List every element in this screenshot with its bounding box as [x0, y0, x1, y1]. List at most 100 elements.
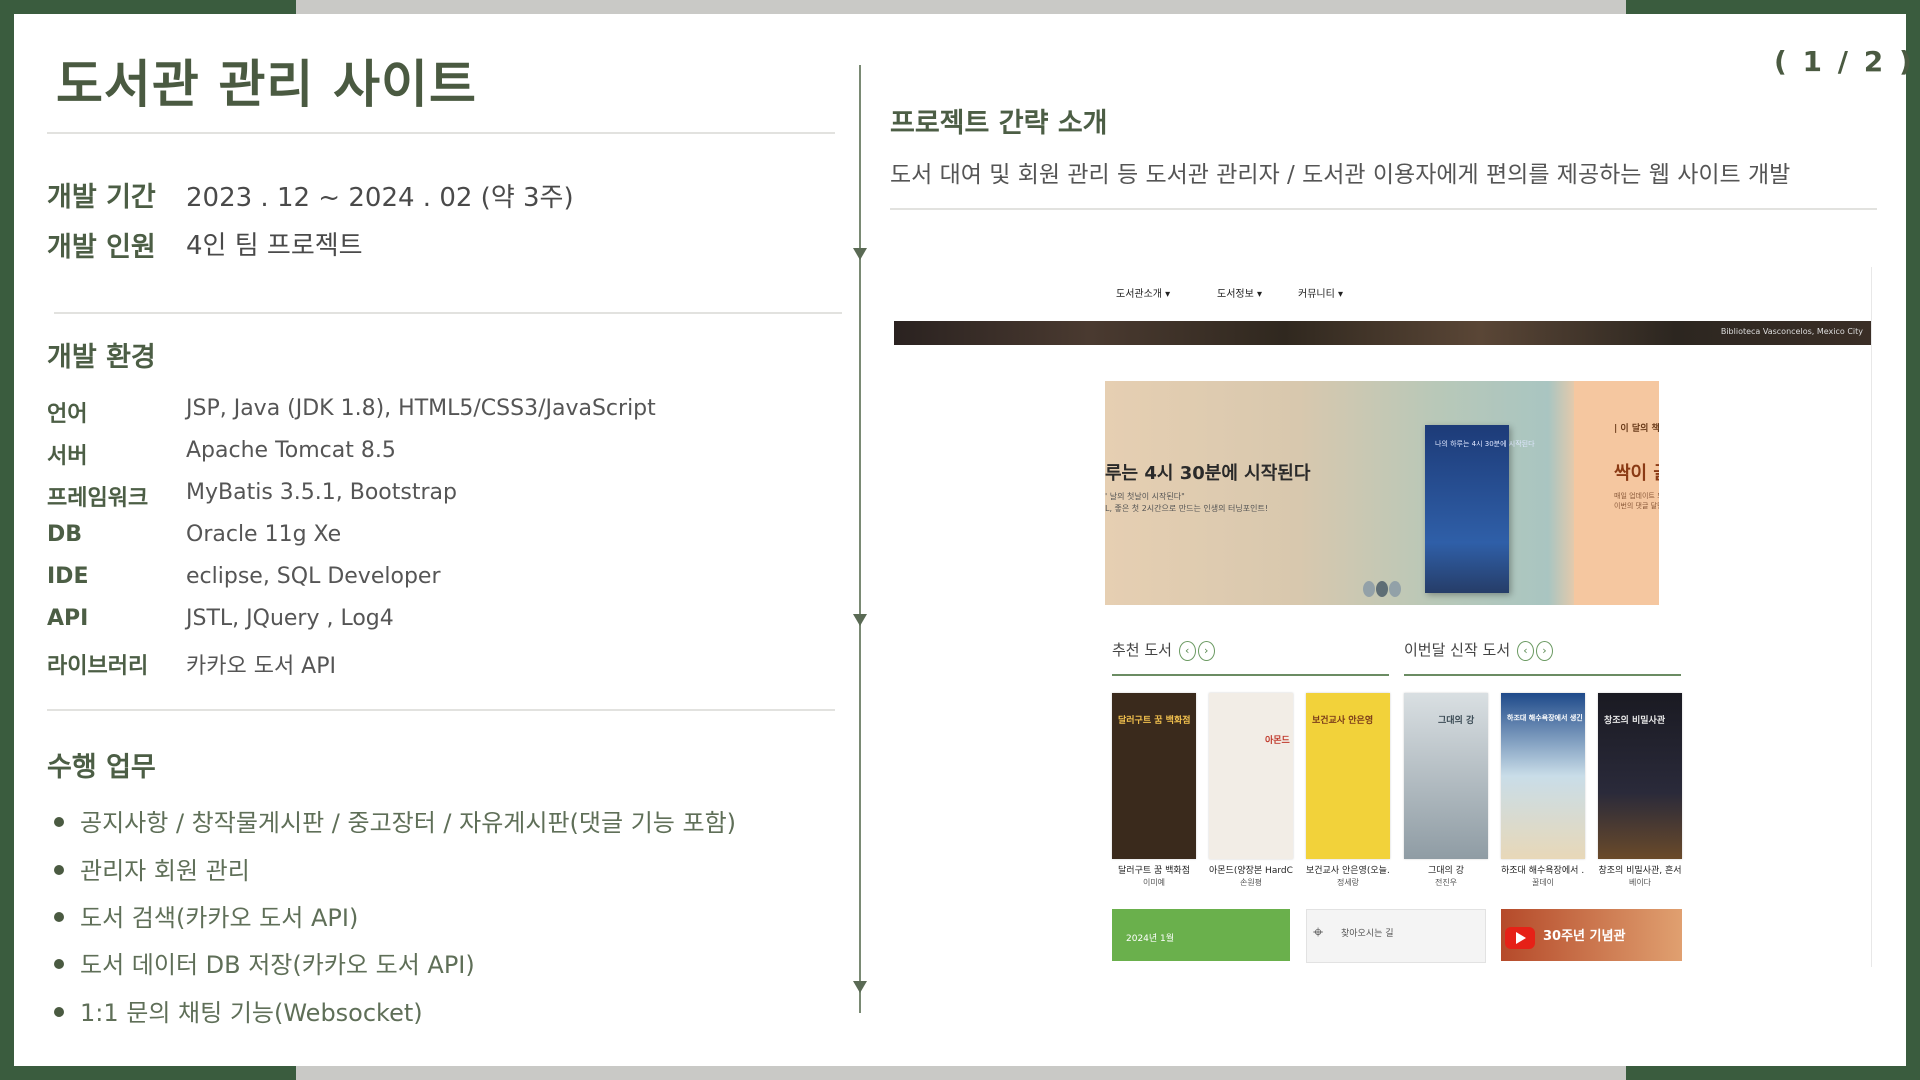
book-title: 창조의 비밀사관, 흔서	[1598, 866, 1682, 876]
section-underline	[1112, 674, 1389, 676]
site-hero-image: Biblioteca Vasconcelos, Mexico City	[894, 321, 1871, 345]
env-heading: 개발 환경	[47, 342, 156, 373]
prev-button[interactable]: ‹	[1516, 640, 1534, 661]
book-title: 아몬드(양장본 HardC…	[1209, 866, 1293, 876]
env-label: 언어	[47, 402, 88, 427]
section-underline	[1404, 674, 1681, 676]
prev-button[interactable]: ‹	[1178, 640, 1196, 661]
env-value: 카카오 도서 API	[186, 654, 336, 679]
book-cover: 달러구트 꿈 백화점	[1112, 693, 1196, 859]
divider	[890, 208, 1877, 210]
env-label: API	[47, 606, 89, 631]
info-label-period: 개발 기간	[47, 182, 156, 213]
banner-tag: | 이 달의 책	[1614, 424, 1659, 434]
slide-card: 도서관 관리 사이트 개발 기간 2023 . 12 ~ 2024 . 02 (…	[14, 15, 1912, 1066]
new-books-heading: 이번달 신작 도서 ‹ ›	[1404, 639, 1553, 661]
site-nav-item[interactable]: 도서관소개 ▾	[1116, 285, 1170, 300]
divider	[47, 709, 835, 711]
site-nav-item[interactable]: 커뮤니티 ▾	[1298, 285, 1343, 300]
carousel-dot[interactable]	[1376, 581, 1388, 597]
book-author: 손원평	[1239, 878, 1263, 887]
env-label: 프레임워크	[47, 486, 149, 511]
book-cover: 아몬드	[1209, 693, 1293, 859]
timeline-line	[859, 65, 861, 1013]
book-cover-text: 나의 하루는 4시 30분에 시작된다	[1435, 440, 1535, 448]
env-value: JSP, Java (JDK 1.8), HTML5/CSS3/JavaScri…	[186, 396, 656, 421]
book-author: 베이다	[1628, 878, 1652, 887]
book-cover: 창조의 비밀사관	[1598, 693, 1682, 859]
env-label: 라이브러리	[47, 654, 149, 679]
task-item: 공지사항 / 창작물게시판 / 중고장터 / 자유게시판(댓글 기능 포함)	[54, 803, 736, 838]
task-item: 도서 검색(카카오 도서 API)	[54, 898, 358, 933]
banner-subtext: 매일 업데이트 되	[1614, 492, 1659, 500]
map-icon: ⌖	[1313, 922, 1324, 943]
banner-headline: 싹이 골	[1614, 463, 1659, 484]
book-cover: 그대의 강	[1404, 693, 1488, 859]
env-value: MyBatis 3.5.1, Bootstrap	[186, 480, 457, 505]
book-title: 그대의 강	[1428, 866, 1464, 876]
directions-tile[interactable]: ⌖ 찾아오시는 길	[1306, 909, 1486, 963]
banner-subtext: L, 좋은 첫 2시간으로 만드는 인생의 터닝포인트!	[1105, 504, 1269, 513]
banner-headline: 루는 4시 30분에 시작된다	[1105, 463, 1311, 484]
divider	[54, 312, 842, 314]
carousel-dot[interactable]	[1363, 581, 1375, 597]
book-title: 달러구트 꿈 백화점	[1118, 866, 1190, 876]
arrow-down-icon	[853, 614, 867, 626]
site-banner[interactable]: 루는 4시 30분에 시작된다 ' 날의 첫날이 시작된다" L, 좋은 첫 2…	[1105, 381, 1659, 605]
banner-next-slide: | 이 달의 책 싹이 골 매일 업데이트 되 이번의 댓글 달면	[1574, 381, 1659, 605]
bullet-icon	[54, 1007, 64, 1017]
website-screenshot: 도서관소개 ▾ 도서정보 ▾ 커뮤니티 ▾ Biblioteca Vasconc…	[894, 267, 1872, 967]
book-title: 보건교사 안은영(오늘…	[1306, 866, 1390, 876]
arrow-down-icon	[853, 981, 867, 993]
env-label: DB	[47, 522, 83, 547]
book-card[interactable]: 보건교사 안은영 보건교사 안은영(오늘… 정세랑	[1306, 693, 1390, 903]
book-card[interactable]: 달러구트 꿈 백화점 달러구트 꿈 백화점 이미예	[1112, 693, 1196, 903]
bullet-icon	[54, 817, 64, 827]
banner-subtext: ' 날의 첫날이 시작된다"	[1105, 492, 1185, 501]
book-author: 전진우	[1434, 878, 1458, 887]
book-cover: 하조대 해수욕장에서 생긴 일	[1501, 693, 1585, 859]
bullet-icon	[54, 912, 64, 922]
next-button[interactable]: ›	[1535, 640, 1553, 661]
play-triangle-icon	[1516, 932, 1526, 944]
divider	[47, 132, 835, 134]
task-item: 관리자 회원 관리	[54, 851, 250, 886]
env-value: Oracle 11g Xe	[186, 522, 342, 547]
book-card[interactable]: 창조의 비밀사관 창조의 비밀사관, 흔서 베이다	[1598, 693, 1682, 903]
site-nav-item[interactable]: 도서정보 ▾	[1217, 285, 1262, 300]
bullet-icon	[54, 865, 64, 875]
task-item: 도서 데이터 DB 저장(카카오 도서 API)	[54, 945, 475, 980]
arrow-down-icon	[853, 248, 867, 260]
env-value: eclipse, SQL Developer	[186, 564, 441, 589]
slide-title: 도서관 관리 사이트	[56, 56, 477, 115]
book-cover: 보건교사 안은영	[1306, 693, 1390, 859]
book-card[interactable]: 하조대 해수욕장에서 생긴 일 하조대 해수욕장에서 … 꿀데이	[1501, 693, 1585, 903]
task-item: 1:1 문의 채팅 기능(Websocket)	[54, 993, 423, 1028]
tasks-heading: 수행 업무	[47, 752, 156, 783]
info-value-period: 2023 . 12 ~ 2024 . 02 (약 3주)	[186, 183, 574, 213]
carousel-dot[interactable]	[1389, 581, 1401, 597]
hero-caption: Biblioteca Vasconcelos, Mexico City	[1720, 327, 1863, 336]
book-author: 꿀데이	[1531, 878, 1555, 887]
site-nav: 도서관소개 ▾ 도서정보 ▾ 커뮤니티 ▾	[894, 267, 1871, 321]
env-value: Apache Tomcat 8.5	[186, 438, 396, 463]
event-tile[interactable]: 2024년 1월	[1112, 909, 1290, 961]
banner-subtext: 이번의 댓글 달면	[1614, 502, 1659, 510]
recommended-heading: 추천 도서 ‹ ›	[1112, 639, 1215, 661]
book-card[interactable]: 그대의 강 그대의 강 전진우	[1404, 693, 1488, 903]
book-card[interactable]: 아몬드 아몬드(양장본 HardC… 손원평	[1209, 693, 1293, 903]
intro-heading: 프로젝트 간략 소개	[890, 108, 1108, 139]
bullet-icon	[54, 959, 64, 969]
info-value-team: 4인 팀 프로젝트	[186, 231, 363, 261]
banner-book-cover: 나의 하루는 4시 30분에 시작된다	[1425, 425, 1535, 593]
book-title: 하조대 해수욕장에서 …	[1501, 866, 1585, 876]
env-label: IDE	[47, 564, 89, 589]
book-author: 이미예	[1142, 878, 1166, 887]
env-label: 서버	[47, 444, 88, 469]
video-tile[interactable]: 30주년 기념관	[1501, 909, 1682, 961]
book-author: 정세랑	[1336, 878, 1360, 887]
carousel-dots	[1363, 581, 1402, 601]
page-indicator: ( 1 / 2 )	[1774, 45, 1915, 78]
next-button[interactable]: ›	[1197, 640, 1215, 661]
env-value: JSTL, JQuery , Log4	[186, 606, 394, 631]
